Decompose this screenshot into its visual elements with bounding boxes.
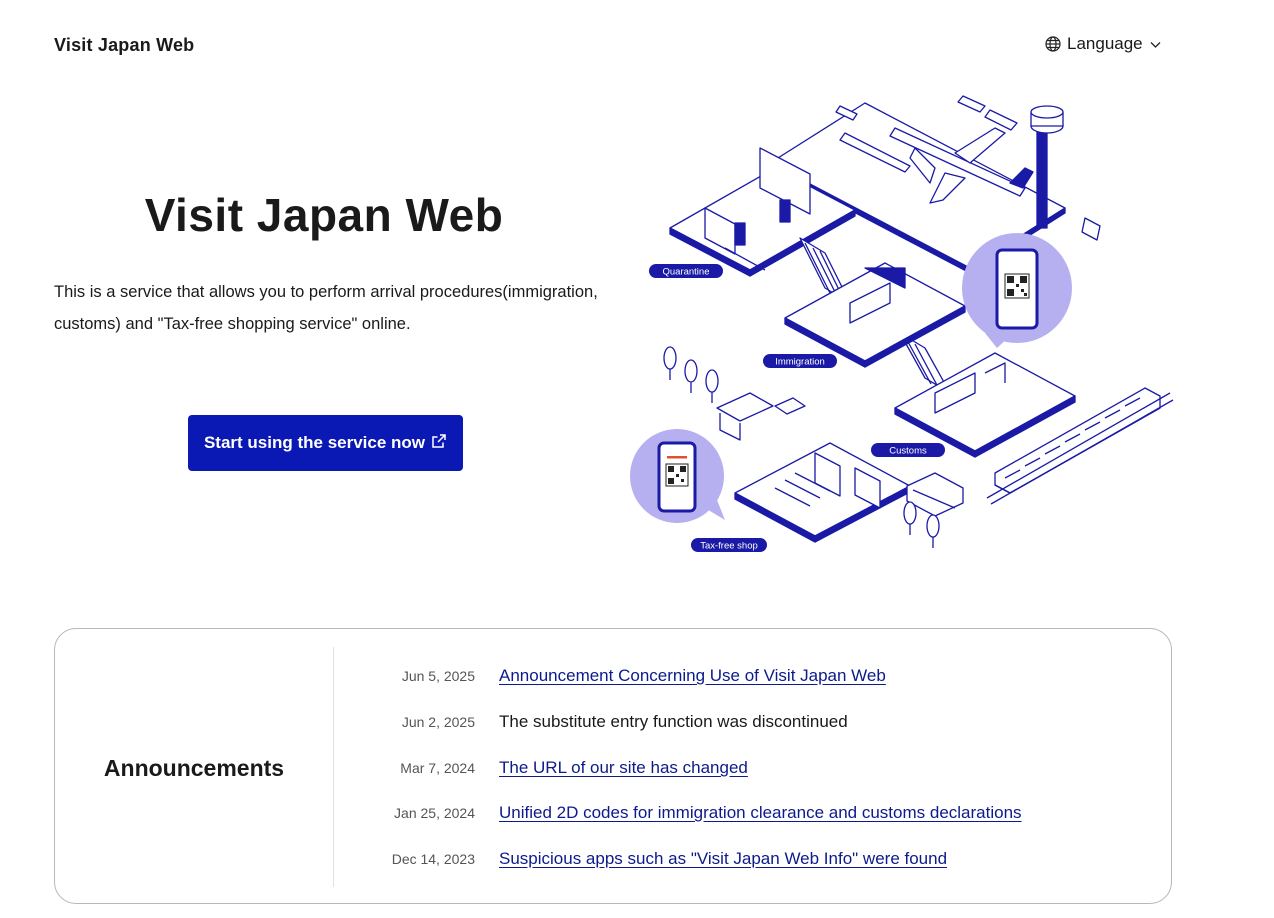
announcement-text: The substitute entry function was discon… xyxy=(499,712,848,731)
announcements-panel: Announcements Jun 5, 2025 Announcement C… xyxy=(54,628,1172,904)
announcement-link[interactable]: Unified 2D codes for immigration clearan… xyxy=(499,803,1022,823)
announcement-item: Mar 7, 2024 The URL of our site has chan… xyxy=(355,756,748,780)
announcement-link[interactable]: Announcement Concerning Use of Visit Jap… xyxy=(499,666,886,686)
airport-procedure-illustration: Quarantine Immigration Customs Tax-free … xyxy=(630,95,1174,552)
qr-phone-bubble-left xyxy=(630,429,725,523)
label-immigration: Immigration xyxy=(763,354,837,368)
announcement-item: Jan 25, 2024 Unified 2D codes for immigr… xyxy=(355,801,1022,825)
label-taxfree-text: Tax-free shop xyxy=(700,541,758,552)
label-taxfree: Tax-free shop xyxy=(691,538,767,552)
label-customs: Customs xyxy=(871,443,945,457)
announcements-divider xyxy=(333,647,334,887)
announcement-link[interactable]: The URL of our site has changed xyxy=(499,758,748,778)
label-quarantine: Quarantine xyxy=(649,264,723,278)
globe-icon xyxy=(1045,36,1061,52)
start-service-label: Start using the service now xyxy=(203,433,426,452)
label-immigration-text: Immigration xyxy=(775,357,825,368)
announcement-date: Jan 25, 2024 xyxy=(394,805,475,821)
hero-description: This is a service that allows you to per… xyxy=(54,283,598,333)
language-selector[interactable]: Language xyxy=(1045,34,1162,54)
announcement-date: Mar 7, 2024 xyxy=(400,760,475,776)
announcement-item: Jun 2, 2025 The substitute entry functio… xyxy=(355,710,848,734)
announcement-item: Dec 14, 2023 Suspicious apps such as "Vi… xyxy=(355,847,947,871)
site-title[interactable]: Visit Japan Web xyxy=(54,35,194,56)
label-quarantine-text: Quarantine xyxy=(662,267,709,278)
chevron-down-icon xyxy=(1149,38,1162,51)
announcement-date: Dec 14, 2023 xyxy=(391,851,475,867)
announcement-date: Jun 5, 2025 xyxy=(401,668,475,684)
start-service-button[interactable]: Start using the service now xyxy=(188,415,463,471)
announcements-heading: Announcements xyxy=(103,755,285,781)
language-label: Language xyxy=(1067,34,1143,53)
announcement-date: Jun 2, 2025 xyxy=(401,714,475,730)
announcement-item: Jun 5, 2025 Announcement Concerning Use … xyxy=(355,664,886,688)
hero-title: Visit Japan Web xyxy=(144,189,504,241)
announcement-link[interactable]: Suspicious apps such as "Visit Japan Web… xyxy=(499,849,947,869)
label-customs-text: Customs xyxy=(889,446,927,457)
external-link-icon xyxy=(431,433,447,454)
qr-phone-bubble-right xyxy=(962,233,1072,348)
